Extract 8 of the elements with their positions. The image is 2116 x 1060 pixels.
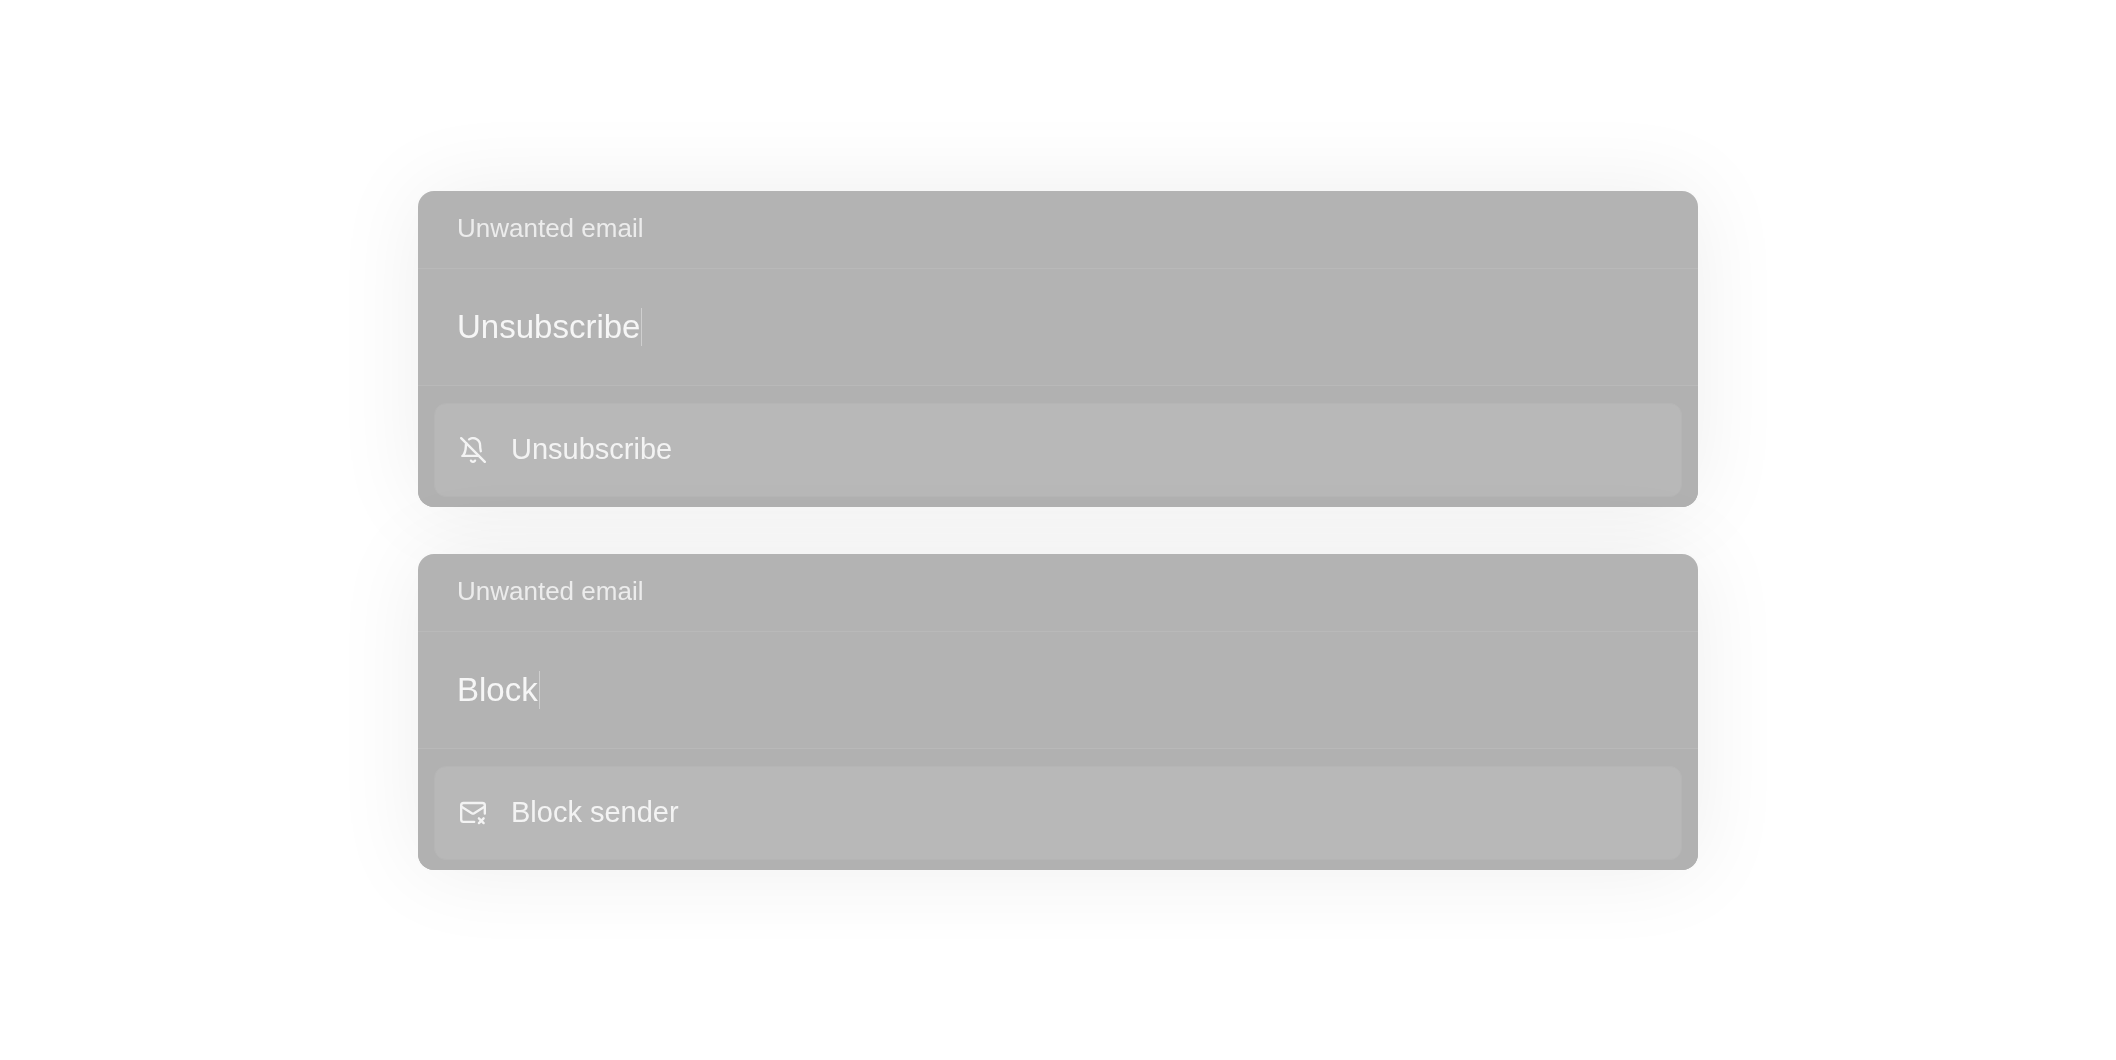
group-heading: Unwanted email	[457, 576, 644, 608]
command-input[interactable]: Block	[457, 668, 540, 711]
command-input[interactable]: Unsubscribe	[457, 305, 643, 348]
bell-off-icon	[460, 436, 486, 463]
envelope-x-icon	[460, 799, 486, 826]
command-option[interactable]: Unsubscribe	[434, 402, 1682, 497]
group-heading: Unwanted email	[457, 213, 644, 245]
command-option[interactable]: Block sender	[434, 765, 1682, 860]
